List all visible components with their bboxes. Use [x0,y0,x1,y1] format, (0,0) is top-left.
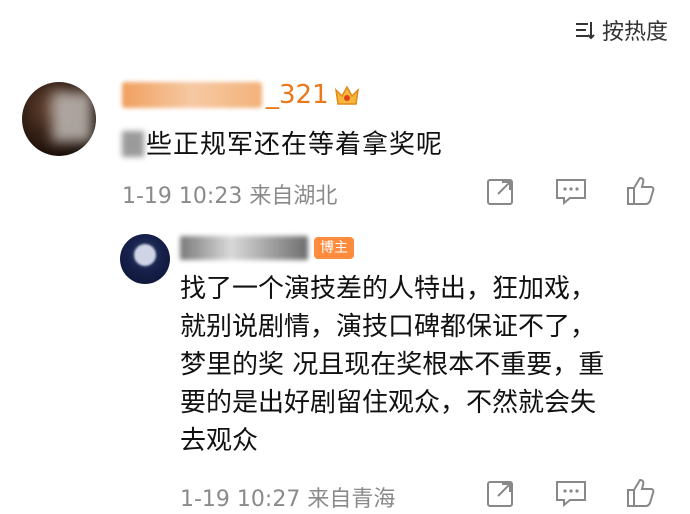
sort-label: 按热度 [601,20,668,45]
comment-icon[interactable] [552,476,590,510]
reply-actions [482,476,660,510]
reply-text: 找了一个演技差的人特出，狂加戏， 就别说剧情，演技口碑都保证不了， 梦里的奖 况… [180,270,670,460]
sort-by-hot-button[interactable]: 按热度 [574,14,668,46]
comment-icon[interactable] [552,174,590,208]
reply-line: 梦里的奖 况且现在奖根本不重要，重 [180,350,605,380]
share-icon[interactable] [482,174,520,208]
comment-username[interactable]: _321 [122,80,361,110]
reply-meta: 1-19 10:27 来自青海 [180,481,395,513]
reply-line: 要的是出好剧留住观众，不然就会失 [180,388,597,418]
share-icon[interactable] [482,476,520,510]
thumbs-up-icon[interactable] [622,174,660,208]
reply-username[interactable]: 博主 [180,236,354,260]
reply-location: 来自青海 [307,487,396,512]
crown-icon [333,82,361,108]
comment-actions [482,174,660,208]
reply-line: 找了一个演技差的人特出，狂加戏， [180,274,597,304]
masked-username [122,82,262,108]
reply-time: 1-19 10:27 [180,487,301,512]
comment-location: 来自湖北 [249,184,338,209]
comment-meta: 1-19 10:23 来自湖北 [122,178,337,210]
author-badge: 博主 [314,237,354,259]
sort-icon [574,20,596,40]
reply-avatar[interactable] [120,234,170,284]
comment-text: 些正规军还在等着拿奖呢 [122,124,443,161]
username-suffix: _321 [266,80,329,110]
thumbs-up-icon[interactable] [622,476,660,510]
reply-line: 去观众 [180,426,259,456]
masked-username [180,236,308,260]
reply-line: 就别说剧情，演技口碑都保证不了， [180,312,597,342]
avatar[interactable] [22,82,96,156]
masked-char [122,131,144,157]
comment-time: 1-19 10:23 [122,184,243,209]
